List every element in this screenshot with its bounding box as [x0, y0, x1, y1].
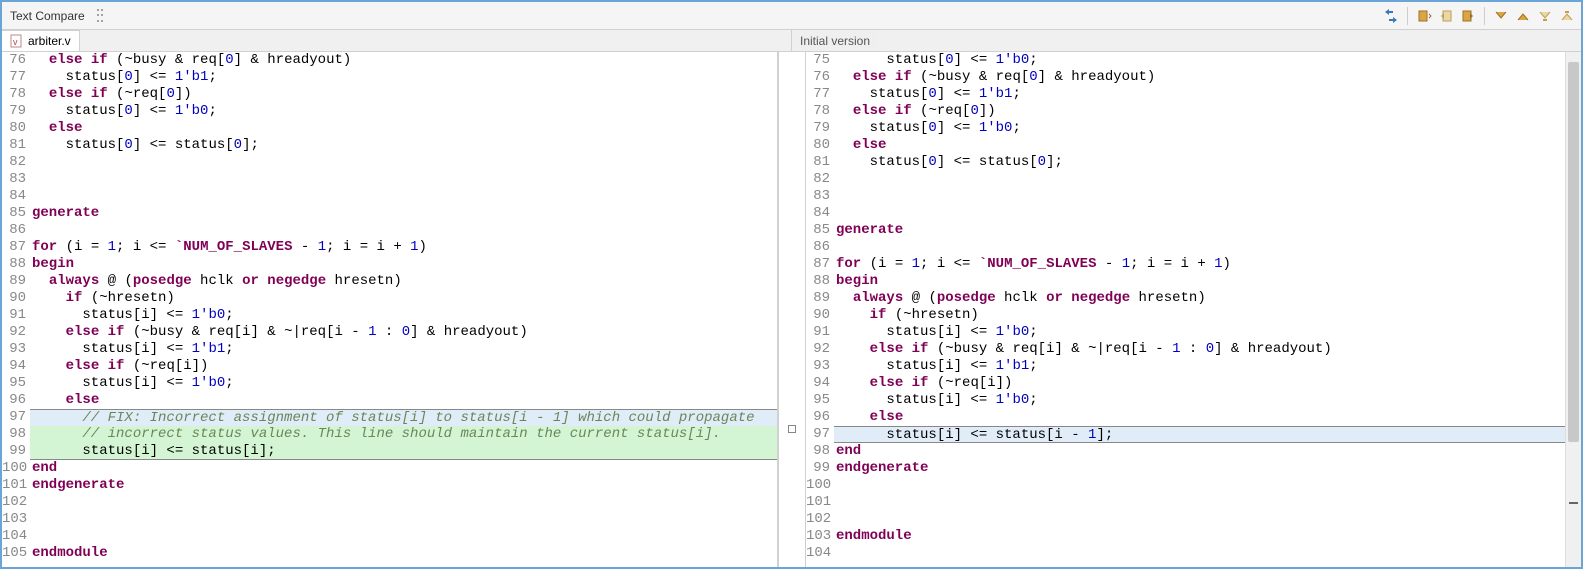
tabbar: v arbiter.v Initial version [2, 30, 1581, 52]
code-line[interactable]: else [834, 409, 1581, 426]
code-line[interactable] [30, 528, 777, 545]
code-line[interactable]: begin [30, 256, 777, 273]
compare-panes: 7677787980818283848586878889909192939495… [2, 52, 1581, 567]
pane-left[interactable]: 7677787980818283848586878889909192939495… [2, 52, 778, 567]
code-line[interactable]: if (~hresetn) [834, 307, 1581, 324]
drag-handle-icon[interactable] [97, 8, 105, 24]
code-line[interactable] [30, 222, 777, 239]
code-line[interactable] [834, 171, 1581, 188]
diff-gutter[interactable] [778, 52, 806, 567]
code-line[interactable]: status[0] <= 1'b0; [834, 52, 1581, 69]
code-line[interactable]: status[i] <= status[i]; [30, 443, 777, 460]
code-line[interactable]: else [834, 137, 1581, 154]
code-line[interactable]: status[0] <= 1'b0; [30, 103, 777, 120]
code-right[interactable]: status[0] <= 1'b0; else if (~busy & req[… [834, 52, 1581, 567]
code-line[interactable] [30, 171, 777, 188]
code-line[interactable]: status[0] <= 1'b1; [30, 69, 777, 86]
overview-ruler[interactable] [1565, 52, 1581, 567]
code-line[interactable]: generate [834, 222, 1581, 239]
code-line[interactable] [834, 511, 1581, 528]
code-line[interactable]: endmodule [30, 545, 777, 562]
code-line[interactable]: else [30, 392, 777, 409]
code-line[interactable]: endgenerate [834, 460, 1581, 477]
code-line[interactable]: else if (~req[i]) [834, 375, 1581, 392]
verilog-file-icon: v [10, 34, 24, 48]
code-line[interactable]: status[i] <= 1'b1; [30, 341, 777, 358]
code-line[interactable] [834, 239, 1581, 256]
code-line[interactable]: // FIX: Incorrect assignment of status[i… [30, 409, 777, 426]
code-line[interactable]: else if (~req[0]) [30, 86, 777, 103]
code-line[interactable]: always @ (posedge hclk or negedge hreset… [834, 290, 1581, 307]
scrollbar-thumb[interactable] [1568, 62, 1579, 442]
copy-left-to-right-button[interactable] [1458, 6, 1478, 26]
next-diff-button[interactable] [1491, 6, 1511, 26]
tab-left-file[interactable]: v arbiter.v [2, 30, 80, 51]
code-line[interactable]: else if (~busy & req[0] & hreadyout) [834, 69, 1581, 86]
copy-right-to-left-button[interactable] [1436, 6, 1456, 26]
code-line[interactable]: status[i] <= 1'b0; [834, 324, 1581, 341]
code-line[interactable]: else [30, 120, 777, 137]
code-line[interactable] [834, 494, 1581, 511]
code-line[interactable]: status[0] <= 1'b0; [834, 120, 1581, 137]
code-line[interactable]: status[0] <= status[0]; [30, 137, 777, 154]
code-line[interactable]: status[i] <= status[i - 1]; [834, 426, 1581, 443]
tab-left-label: arbiter.v [28, 34, 71, 48]
code-line[interactable]: else if (~req[i]) [30, 358, 777, 375]
code-line[interactable]: status[i] <= 1'b1; [834, 358, 1581, 375]
pane-right[interactable]: 7576777879808182838485868788899091929394… [806, 52, 1581, 567]
code-line[interactable]: status[i] <= 1'b0; [834, 392, 1581, 409]
overview-marker[interactable] [1569, 502, 1578, 504]
code-line[interactable]: end [30, 460, 777, 477]
tab-right-file[interactable]: Initial version [792, 30, 878, 51]
code-line[interactable]: generate [30, 205, 777, 222]
code-line[interactable] [834, 545, 1581, 562]
svg-text:v: v [13, 37, 18, 47]
diff-link-icon[interactable] [779, 424, 805, 434]
swap-sides-button[interactable] [1381, 6, 1401, 26]
code-line[interactable]: for (i = 1; i <= `NUM_OF_SLAVES - 1; i =… [30, 239, 777, 256]
code-line[interactable]: if (~hresetn) [30, 290, 777, 307]
code-line[interactable] [30, 511, 777, 528]
view-title: Text Compare [6, 9, 85, 23]
code-line[interactable] [30, 494, 777, 511]
code-line[interactable] [30, 188, 777, 205]
code-line[interactable]: for (i = 1; i <= `NUM_OF_SLAVES - 1; i =… [834, 256, 1581, 273]
code-line[interactable]: status[i] <= 1'b0; [30, 307, 777, 324]
code-left[interactable]: else if (~busy & req[0] & hreadyout) sta… [30, 52, 777, 567]
code-line[interactable]: // incorrect status values. This line sh… [30, 426, 777, 443]
code-line[interactable] [834, 477, 1581, 494]
copy-all-right-to-left-button[interactable] [1414, 6, 1434, 26]
compare-toolbar [1381, 6, 1577, 26]
prev-change-button[interactable] [1557, 6, 1577, 26]
code-line[interactable]: status[0] <= 1'b1; [834, 86, 1581, 103]
linenumbers-left: 7677787980818283848586878889909192939495… [2, 52, 30, 567]
next-change-button[interactable] [1535, 6, 1555, 26]
code-line[interactable]: endgenerate [30, 477, 777, 494]
prev-diff-button[interactable] [1513, 6, 1533, 26]
code-line[interactable]: else if (~busy & req[i] & ~|req[i - 1 : … [834, 341, 1581, 358]
linenumbers-right: 7576777879808182838485868788899091929394… [806, 52, 834, 567]
titlebar: Text Compare [2, 2, 1581, 30]
code-line[interactable]: end [834, 443, 1581, 460]
code-line[interactable]: always @ (posedge hclk or negedge hreset… [30, 273, 777, 290]
code-line[interactable]: else if (~req[0]) [834, 103, 1581, 120]
code-line[interactable]: endmodule [834, 528, 1581, 545]
code-line[interactable] [834, 188, 1581, 205]
code-line[interactable]: status[0] <= status[0]; [834, 154, 1581, 171]
tab-right-label: Initial version [800, 34, 870, 48]
code-line[interactable]: begin [834, 273, 1581, 290]
code-line[interactable] [30, 154, 777, 171]
code-line[interactable]: else if (~busy & req[0] & hreadyout) [30, 52, 777, 69]
code-line[interactable]: else if (~busy & req[i] & ~|req[i - 1 : … [30, 324, 777, 341]
code-line[interactable] [834, 205, 1581, 222]
code-line[interactable]: status[i] <= 1'b0; [30, 375, 777, 392]
